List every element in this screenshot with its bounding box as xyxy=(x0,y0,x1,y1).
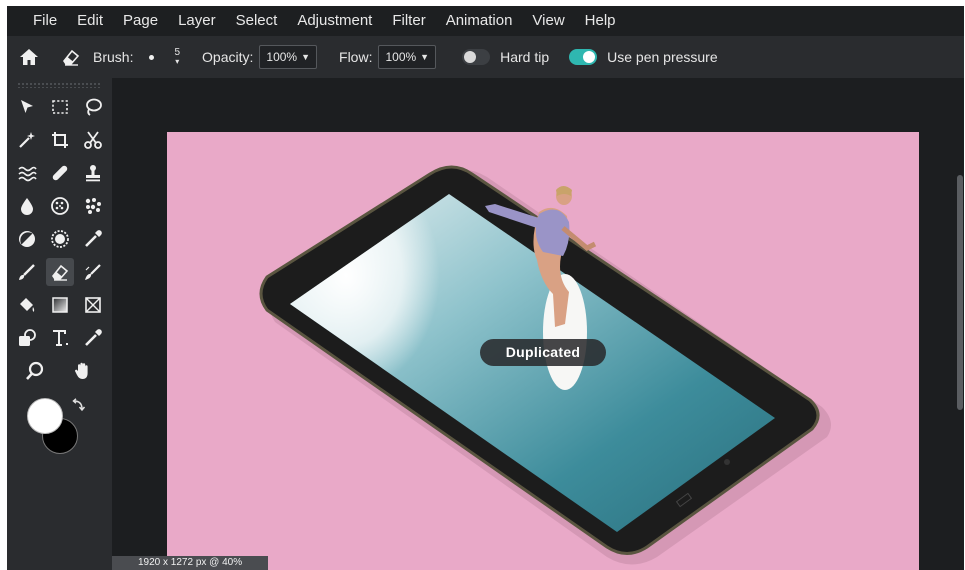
shape-tool[interactable] xyxy=(79,291,107,319)
foreground-color-swatch[interactable] xyxy=(27,398,63,434)
toggle-knob xyxy=(583,51,596,63)
waves-icon xyxy=(18,166,37,182)
panel-grip[interactable] xyxy=(17,82,101,88)
clone-stamp-tool[interactable] xyxy=(79,159,107,187)
menu-adjustment[interactable]: Adjustment xyxy=(287,6,382,36)
brush-label: Brush: xyxy=(93,49,134,65)
vertical-scrollbar[interactable] xyxy=(957,175,963,410)
scissors-tool[interactable] xyxy=(79,126,107,154)
sun-icon xyxy=(51,230,69,248)
dots-icon xyxy=(85,198,101,214)
hand-tool[interactable] xyxy=(69,357,97,385)
paint-shape-tool[interactable] xyxy=(13,324,41,352)
opacity-value: 100% xyxy=(266,50,298,64)
eyedropper-icon xyxy=(85,329,102,346)
shapes-icon xyxy=(19,329,36,346)
menu-file[interactable]: File xyxy=(7,6,67,36)
marquee-tool[interactable] xyxy=(46,93,74,121)
brush-size-value: 5 xyxy=(174,47,181,58)
drop-icon xyxy=(21,198,33,215)
photo-editor-app: File Edit Page Layer Select Adjustment F… xyxy=(0,0,965,570)
lasso-icon xyxy=(86,98,102,116)
fill-tool[interactable] xyxy=(13,291,41,319)
flow-value: 100% xyxy=(385,50,417,64)
toggle-knob xyxy=(464,51,477,63)
menu-filter[interactable]: Filter xyxy=(382,6,435,36)
brush-icon xyxy=(19,264,35,280)
pattern-tool[interactable] xyxy=(79,192,107,220)
brush-tool[interactable] xyxy=(13,258,41,286)
zoom-tool[interactable] xyxy=(21,357,49,385)
pipette-icon xyxy=(85,230,102,247)
color-picker-tool[interactable] xyxy=(79,225,107,253)
sponge-tool[interactable] xyxy=(46,192,74,220)
smudge-brush-icon xyxy=(85,264,101,280)
cursor-arrow-icon xyxy=(21,100,33,113)
menu-layer[interactable]: Layer xyxy=(168,6,226,36)
burn-tool[interactable] xyxy=(46,225,74,253)
paint-bucket-icon xyxy=(20,298,35,312)
hand-icon xyxy=(74,362,88,379)
gradient-icon xyxy=(52,297,68,313)
eraser-tool[interactable] xyxy=(46,258,74,286)
gradient-tool[interactable] xyxy=(46,291,74,319)
bandage-icon xyxy=(52,165,68,181)
move-tool[interactable] xyxy=(13,93,41,121)
brush-size-stepper[interactable]: 5 ▾ xyxy=(174,47,181,67)
home-icon[interactable] xyxy=(19,47,39,67)
magic-wand-icon xyxy=(19,132,35,148)
chevron-down-icon: ▼ xyxy=(420,52,430,62)
crop-icon xyxy=(52,132,68,148)
tools-panel xyxy=(7,78,112,570)
flow-label: Flow: xyxy=(339,49,373,65)
status-bar: 1920 x 1272 px @ 40% xyxy=(112,556,268,570)
menu-select[interactable]: Select xyxy=(226,6,288,36)
hard-tip-toggle[interactable] xyxy=(462,49,491,65)
marquee-icon xyxy=(52,100,68,114)
menu-help[interactable]: Help xyxy=(575,6,626,36)
stamp-icon xyxy=(86,165,100,182)
hard-tip-label: Hard tip xyxy=(500,49,550,65)
dodge-tool[interactable] xyxy=(13,225,41,253)
eraser-icon xyxy=(52,264,69,281)
menu-bar: File Edit Page Layer Select Adjustment F… xyxy=(7,6,964,36)
lasso-tool[interactable] xyxy=(79,93,107,121)
toast-notification: Duplicated xyxy=(480,339,606,366)
brush-preview-dot xyxy=(149,54,155,60)
text-tool[interactable] xyxy=(46,324,74,352)
half-circle-icon xyxy=(19,231,35,247)
eraser-icon xyxy=(61,47,81,67)
blur-tool[interactable] xyxy=(13,192,41,220)
chevron-down-icon: ▼ xyxy=(301,52,311,62)
eyedropper-tool[interactable] xyxy=(79,324,107,352)
frame-icon xyxy=(85,297,101,313)
opacity-label: Opacity: xyxy=(202,49,254,65)
pen-pressure-label: Use pen pressure xyxy=(607,49,718,65)
smudge-tool[interactable] xyxy=(79,258,107,286)
opacity-dropdown[interactable]: 100% ▼ xyxy=(259,45,318,69)
crop-tool[interactable] xyxy=(46,126,74,154)
workspace[interactable] xyxy=(112,78,964,570)
pen-pressure-toggle[interactable] xyxy=(569,49,598,65)
menu-animation[interactable]: Animation xyxy=(436,6,523,36)
swap-colors-icon[interactable] xyxy=(70,398,86,414)
healing-tool[interactable] xyxy=(46,159,74,187)
flow-dropdown[interactable]: 100% ▼ xyxy=(378,45,437,69)
menu-edit[interactable]: Edit xyxy=(67,6,113,36)
liquify-tool[interactable] xyxy=(13,159,41,187)
magic-wand-tool[interactable] xyxy=(13,126,41,154)
menu-page[interactable]: Page xyxy=(113,6,168,36)
chevron-down-icon: ▾ xyxy=(175,57,180,66)
magnifier-icon xyxy=(26,361,44,380)
menu-view[interactable]: View xyxy=(522,6,574,36)
sponge-icon xyxy=(51,197,69,215)
text-icon xyxy=(53,330,68,346)
options-toolbar: Brush: 5 ▾ Opacity: 100% ▼ Flow: 100% ▼ … xyxy=(7,36,964,78)
scissors-icon xyxy=(84,131,102,149)
